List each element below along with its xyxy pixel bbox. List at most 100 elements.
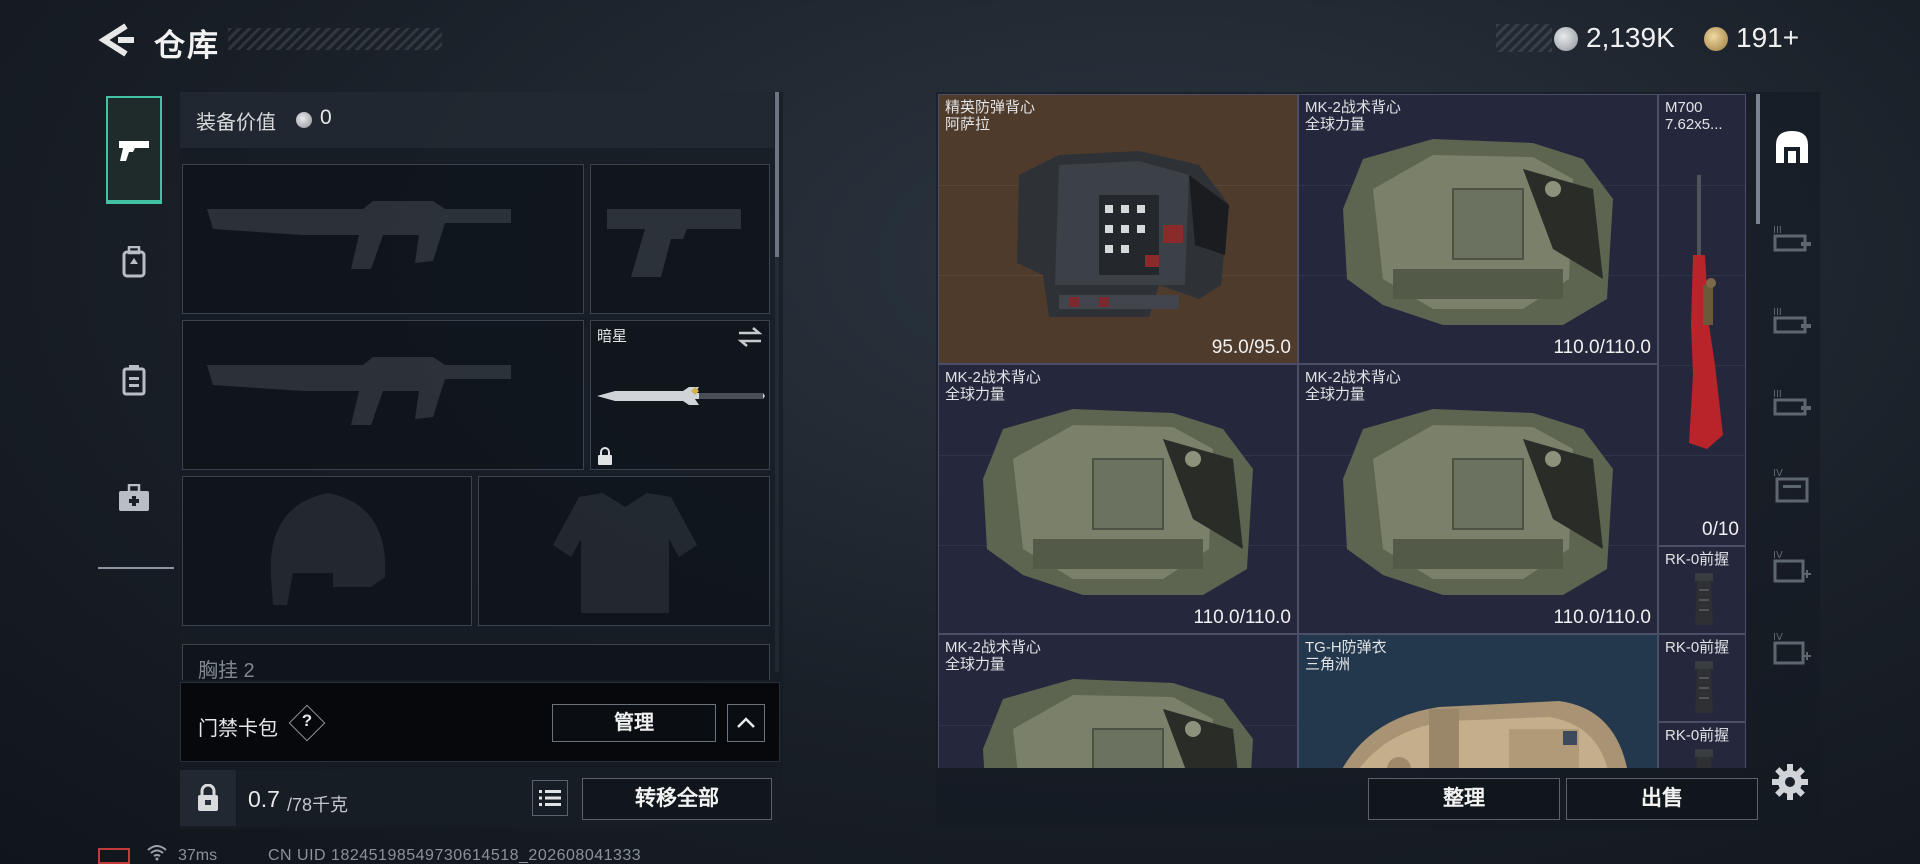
medkit-icon xyxy=(119,484,149,511)
equipment-value: 0 xyxy=(320,106,332,129)
foregrip-icon xyxy=(1695,573,1713,625)
list-view-button[interactable] xyxy=(532,780,568,816)
item-durability: 95.0/95.0 xyxy=(1211,337,1291,358)
foregrip-icon xyxy=(1695,749,1713,768)
stash-item[interactable]: RK-0前握 xyxy=(1658,722,1746,768)
stash-tier-4-add-icon: IV xyxy=(1773,550,1811,583)
settings-gear-icon[interactable] xyxy=(1770,762,1810,802)
stash-item[interactable]: 精英防弹背心 阿萨拉 95.0/95.0 xyxy=(938,94,1298,364)
stash-tab-4b[interactable]: IV xyxy=(1764,526,1820,608)
sidearm-slot[interactable] xyxy=(590,164,770,314)
stash-tier-3-icon: III xyxy=(1773,307,1811,334)
assault-rifle-silhouette-icon xyxy=(207,201,511,269)
item-name: MK-2战术背心 全球力量 xyxy=(1305,99,1401,133)
tier-3-label: III xyxy=(1773,389,1782,400)
melee-item-name: 暗星 xyxy=(597,328,628,345)
chevron-up-icon xyxy=(737,717,755,728)
stash-tier-3-icon: III xyxy=(1773,389,1811,416)
item-name: RK-0前握 xyxy=(1665,639,1730,656)
elite-vest-icon xyxy=(1017,151,1229,317)
stash-item[interactable]: TG-H防弹衣 三角洲 xyxy=(1298,634,1658,768)
stash-tier-3-icon: III xyxy=(1773,225,1811,252)
primary-weapon-slot[interactable] xyxy=(182,164,584,314)
sniper-rifle-icon xyxy=(1689,175,1723,449)
equipment-value-label: 装备价值 xyxy=(196,112,276,134)
keycard-pack-label: 门禁卡包 xyxy=(198,718,278,740)
tg-vest-icon xyxy=(1342,701,1628,768)
tier-4-label: IV xyxy=(1773,550,1783,561)
stash-tab-4[interactable]: IV xyxy=(1764,444,1820,526)
stash-grid: 精英防弹背心 阿萨拉 95.0/95.0 MK-2战术背心 全球力量 110.0/1… xyxy=(938,94,1746,768)
nav-item-armor[interactable] xyxy=(106,208,162,316)
stash-item[interactable]: MK-2战术背心 全球力量 xyxy=(938,634,1298,768)
mk2-vest-icon xyxy=(983,679,1253,768)
stash-scrollbar-thumb[interactable] xyxy=(1756,94,1760,224)
expand-button[interactable] xyxy=(727,704,765,742)
stash-tab-4c[interactable]: IV xyxy=(1764,608,1820,690)
helmet-slot[interactable] xyxy=(182,476,472,626)
nav-item-medkit[interactable] xyxy=(106,444,162,552)
record-indicator-icon xyxy=(98,848,130,864)
silver-coin-icon xyxy=(296,112,312,128)
item-name: MK-2战术背心 全球力量 xyxy=(1305,369,1401,403)
chest-rig-slot[interactable] xyxy=(182,644,770,680)
sell-button[interactable]: 出售 xyxy=(1566,778,1758,820)
stash-all-icon xyxy=(1776,131,1808,163)
stash-item[interactable]: MK-2战术背心 全球力量 110.0/110.0 xyxy=(1298,94,1658,364)
item-durability: 110.0/110.0 xyxy=(1193,607,1291,628)
stash-tab-all[interactable] xyxy=(1764,106,1820,188)
armor-silhouette-icon xyxy=(553,493,697,613)
category-nav xyxy=(98,94,174,570)
chest-rig-label: 胸挂 2 xyxy=(198,660,255,682)
stash-tab-3c[interactable]: III xyxy=(1764,362,1820,444)
back-icon[interactable] xyxy=(96,22,136,58)
ping-text: 37ms xyxy=(178,847,218,864)
carry-weight-value: 0.7 xyxy=(248,786,280,812)
equipment-scrollbar-thumb[interactable] xyxy=(775,92,779,257)
vest-icon xyxy=(122,365,146,396)
stash-tab-3[interactable]: III xyxy=(1764,198,1820,280)
item-name: RK-0前握 xyxy=(1665,551,1730,568)
item-name: MK-2战术背心 全球力量 xyxy=(945,639,1041,673)
gold-currency-value[interactable]: 191+ xyxy=(1736,22,1799,54)
pistol-icon xyxy=(119,141,149,161)
stash-item[interactable]: RK-0前握 xyxy=(1658,634,1746,722)
body-armor-slot[interactable] xyxy=(478,476,770,626)
stash-tab-3b[interactable]: III xyxy=(1764,280,1820,362)
nav-divider xyxy=(98,567,174,569)
nav-item-weapons[interactable] xyxy=(106,96,162,204)
item-name: TG-H防弹衣 三角洲 xyxy=(1305,639,1387,673)
assault-rifle-silhouette-icon xyxy=(207,357,511,425)
tier-4-label: IV xyxy=(1773,632,1783,643)
tier-3-label: III xyxy=(1773,307,1782,318)
nav-item-chest-rig[interactable] xyxy=(106,326,162,434)
backpack-icon xyxy=(122,246,146,278)
tier-4-label: IV xyxy=(1773,468,1783,479)
stash-tier-4-add-icon: IV xyxy=(1773,632,1811,665)
item-durability: 0/10 xyxy=(1702,519,1739,540)
lock-icon xyxy=(198,784,218,811)
item-name: MK-2战术背心 全球力量 xyxy=(945,369,1041,403)
stash-page-tabs: III III III IV IV IV xyxy=(1764,94,1820,768)
stash-item[interactable]: M700 7.62x5... 0/10 xyxy=(1658,94,1746,546)
stash-item[interactable]: MK-2战术背心 全球力量 110.0/110.0 xyxy=(938,364,1298,634)
knife-icon xyxy=(597,387,765,405)
stash-item[interactable]: MK-2战术背心 全球力量 110.0/110.0 xyxy=(1298,364,1658,634)
transfer-all-button[interactable]: 转移全部 xyxy=(582,778,772,820)
item-name: M700 7.62x5... xyxy=(1665,99,1723,133)
secondary-weapon-slot[interactable] xyxy=(182,320,584,470)
lock-icon xyxy=(598,447,612,465)
wifi-icon xyxy=(146,843,168,864)
help-icon-glyph: ? xyxy=(301,711,313,730)
swap-icon[interactable] xyxy=(737,327,763,347)
currency-stripe-decoration xyxy=(1496,24,1552,52)
weight-lock-button[interactable] xyxy=(180,770,236,826)
item-durability: 110.0/110.0 xyxy=(1553,337,1651,358)
mk2-vest-icon xyxy=(1343,409,1613,595)
item-name: RK-0前握 xyxy=(1665,727,1730,744)
sort-button[interactable]: 整理 xyxy=(1368,778,1560,820)
manage-button[interactable]: 管理 xyxy=(552,704,716,742)
stash-item[interactable]: RK-0前握 xyxy=(1658,546,1746,634)
helmet-silhouette-icon xyxy=(270,493,386,605)
melee-slot[interactable]: 暗星 xyxy=(590,320,770,470)
